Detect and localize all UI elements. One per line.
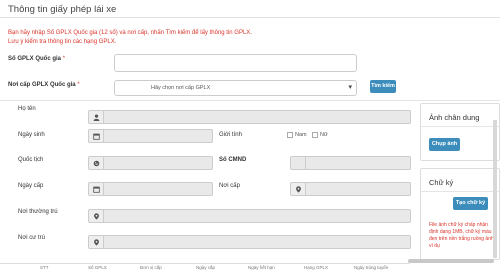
signature-note: File ảnh chữ ký chấp nhận định dạng 1MB,… [429,222,494,249]
col-issue-date: Ngày cấp [196,265,216,270]
title-divider [0,17,500,18]
permanent-address-field[interactable] [88,209,411,223]
location-icon [88,235,104,249]
nationality-label: Quốc tịch [18,157,44,163]
signature-panel-title: Chữ ký [429,178,454,187]
id-number-field[interactable] [290,156,411,170]
photo-panel-title: Ảnh chân dung [429,113,480,122]
col-issuer: Đơn vị cấp [140,265,162,270]
id-number-label: Số CMND [219,157,247,163]
issue-date-label: Ngày cấp [18,183,44,189]
gender-label: Giới tính [219,132,242,138]
gplx-number-label: Số GPLX Quốc gia * [8,56,66,62]
license-table-header: STT Số GPLX Đơn vị cấp Ngày cấp Ngày hết… [0,263,410,274]
calendar-icon [88,182,104,196]
gplx-number-input[interactable] [114,54,357,72]
page-title: Thông tin giấy phép lái xe [8,4,117,15]
col-class: Hạng GPLX [304,265,329,270]
residence-address-field[interactable] [88,235,411,249]
warning-note: Lưu ý kiểm tra thông tin các hạng GPLX. [8,39,117,45]
full-name-field[interactable] [88,110,411,124]
dob-label: Ngày sinh [18,132,45,138]
user-icon [88,110,104,124]
issuer-label: Nơi cấp GPLX Quốc gia * [8,82,80,88]
issue-place-label: Nơi cấp [219,183,240,189]
instruction-note: Bạn hãy nhập Số GPLX Quốc gia (12 số) và… [8,30,252,36]
location-icon [88,209,104,223]
full-name-label: Họ tên [18,106,36,112]
nationality-field[interactable] [88,156,213,170]
col-expiry-date: Ngày hết hạn [248,265,275,270]
gender-male-checkbox[interactable]: Nam [287,132,307,138]
signature-panel: Chữ ký Tạo chữ ký File ảnh chữ ký chấp n… [420,168,500,260]
horizontal-scrollbar[interactable] [408,259,494,263]
issue-date-field[interactable] [88,182,213,196]
calendar-icon [88,129,104,143]
issue-place-field[interactable] [290,182,411,196]
location-icon [290,182,306,196]
dob-field[interactable] [88,129,213,143]
search-button[interactable]: Tìm kiếm [370,80,396,93]
gplx-panel: Thông tin giấy phép lái xe Bạn hãy nhập … [0,0,500,274]
photo-panel: Ảnh chân dung Chụp ảnh [420,103,500,161]
chevron-down-icon: ▾ [348,84,352,91]
globe-icon [88,156,104,170]
residence-address-label: Nơi cư trú [18,235,45,241]
vertical-scrollbar[interactable] [493,120,497,258]
col-gplx-number: Số GPLX [88,265,107,270]
issuer-select[interactable]: Hãy chọn nơi cấp GPLX ▾ [114,80,357,96]
permanent-address-label: Nơi thường trú [18,209,58,215]
take-photo-button[interactable]: Chụp ảnh [429,138,460,151]
col-stt: STT [40,265,49,270]
col-pass-date: Ngày trúng tuyển [354,265,389,270]
section-divider [0,100,500,101]
issuer-select-value: Hãy chọn nơi cấp GPLX [151,85,211,91]
gender-female-checkbox[interactable]: Nữ [312,132,328,138]
create-signature-button[interactable]: Tạo chữ ký [453,197,488,210]
